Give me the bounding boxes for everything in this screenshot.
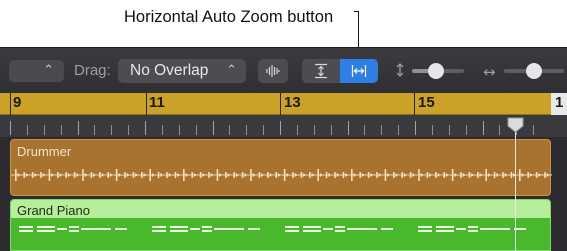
bar-number: 15 [418, 94, 435, 111]
vertical-auto-zoom-icon [315, 63, 327, 79]
beat-tick-strip[interactable] [0, 115, 567, 137]
beat-tick [280, 121, 281, 135]
bar-number: 11 [149, 94, 165, 111]
vertical-zoom-knob[interactable] [428, 63, 445, 79]
beat-tick [314, 125, 315, 135]
beat-tick [196, 125, 197, 135]
bar-marker [280, 93, 281, 115]
beat-tick [128, 125, 129, 135]
playhead-handle[interactable] [507, 117, 524, 133]
beat-tick [44, 125, 45, 135]
drummer-waveform [11, 169, 552, 181]
beat-tick [145, 121, 146, 135]
callout-label: Horizontal Auto Zoom button [124, 8, 334, 26]
horizontal-zoom-icon: ↔ [483, 63, 496, 81]
waveform-zoom-button[interactable] [258, 59, 288, 83]
tracks-toolbar: ⌃ Drag: No Overlap ⌃ ↔ [0, 47, 567, 93]
region-header [11, 200, 550, 218]
beat-tick [246, 125, 247, 135]
bar-marker [10, 93, 11, 115]
beat-tick [162, 125, 163, 135]
bar-number: 1 [555, 94, 564, 111]
vertical-zoom-slider[interactable] [412, 63, 464, 79]
bar-marker [146, 93, 147, 115]
beat-tick [179, 125, 180, 135]
beat-tick [10, 121, 11, 135]
bar-number: 9 [13, 94, 22, 111]
horizontal-auto-zoom-icon [351, 65, 367, 77]
beat-tick [331, 125, 332, 135]
bar-number: 13 [284, 94, 301, 111]
vertical-auto-zoom-button[interactable] [302, 59, 340, 83]
beat-tick [364, 125, 365, 135]
drummer-region[interactable]: Drummer [10, 139, 552, 196]
waveform-zoom-icon [266, 65, 280, 77]
stepper-chevron-icon: ⌃ [43, 63, 54, 78]
beat-tick [499, 125, 500, 135]
beat-tick [466, 125, 467, 135]
beat-tick [533, 125, 534, 135]
beat-tick [432, 125, 433, 135]
piano-midi-notes [19, 226, 526, 232]
beat-tick [94, 125, 95, 135]
beat-tick [483, 121, 484, 135]
beat-tick [398, 125, 399, 135]
region-name: Drummer [17, 144, 72, 159]
beat-tick [213, 121, 214, 135]
horizontal-auto-zoom-button[interactable] [340, 59, 378, 83]
beat-tick [415, 121, 416, 135]
beat-tick [61, 125, 62, 135]
beat-tick [381, 125, 382, 135]
edit-mode-popup[interactable]: ⌃ [9, 60, 64, 82]
vertical-zoom-icon [396, 63, 404, 77]
playhead-line [515, 124, 516, 251]
grand-piano-region[interactable]: Grand Piano [10, 199, 551, 251]
beat-tick [449, 125, 450, 135]
beat-tick [263, 125, 264, 135]
beat-tick [27, 125, 28, 135]
beat-tick [297, 125, 298, 135]
bar-marker [414, 93, 415, 115]
drag-mode-popup[interactable]: No Overlap ⌃ [118, 59, 246, 83]
horizontal-zoom-slider[interactable] [504, 63, 564, 79]
drag-label: Drag: [74, 62, 111, 79]
region-name: Grand Piano [17, 203, 90, 218]
beat-tick [78, 121, 79, 135]
beat-tick [348, 121, 349, 135]
beat-tick [111, 125, 112, 135]
auto-zoom-segmented-control [302, 59, 378, 83]
horizontal-zoom-knob[interactable] [526, 63, 542, 79]
beat-tick [229, 125, 230, 135]
bar-ruler[interactable]: 9 11 13 15 1 [0, 93, 567, 115]
drag-mode-value: No Overlap [130, 62, 209, 79]
stepper-chevron-icon: ⌃ [226, 63, 237, 78]
tracks-area: Drummer Grand Piano [0, 137, 567, 251]
